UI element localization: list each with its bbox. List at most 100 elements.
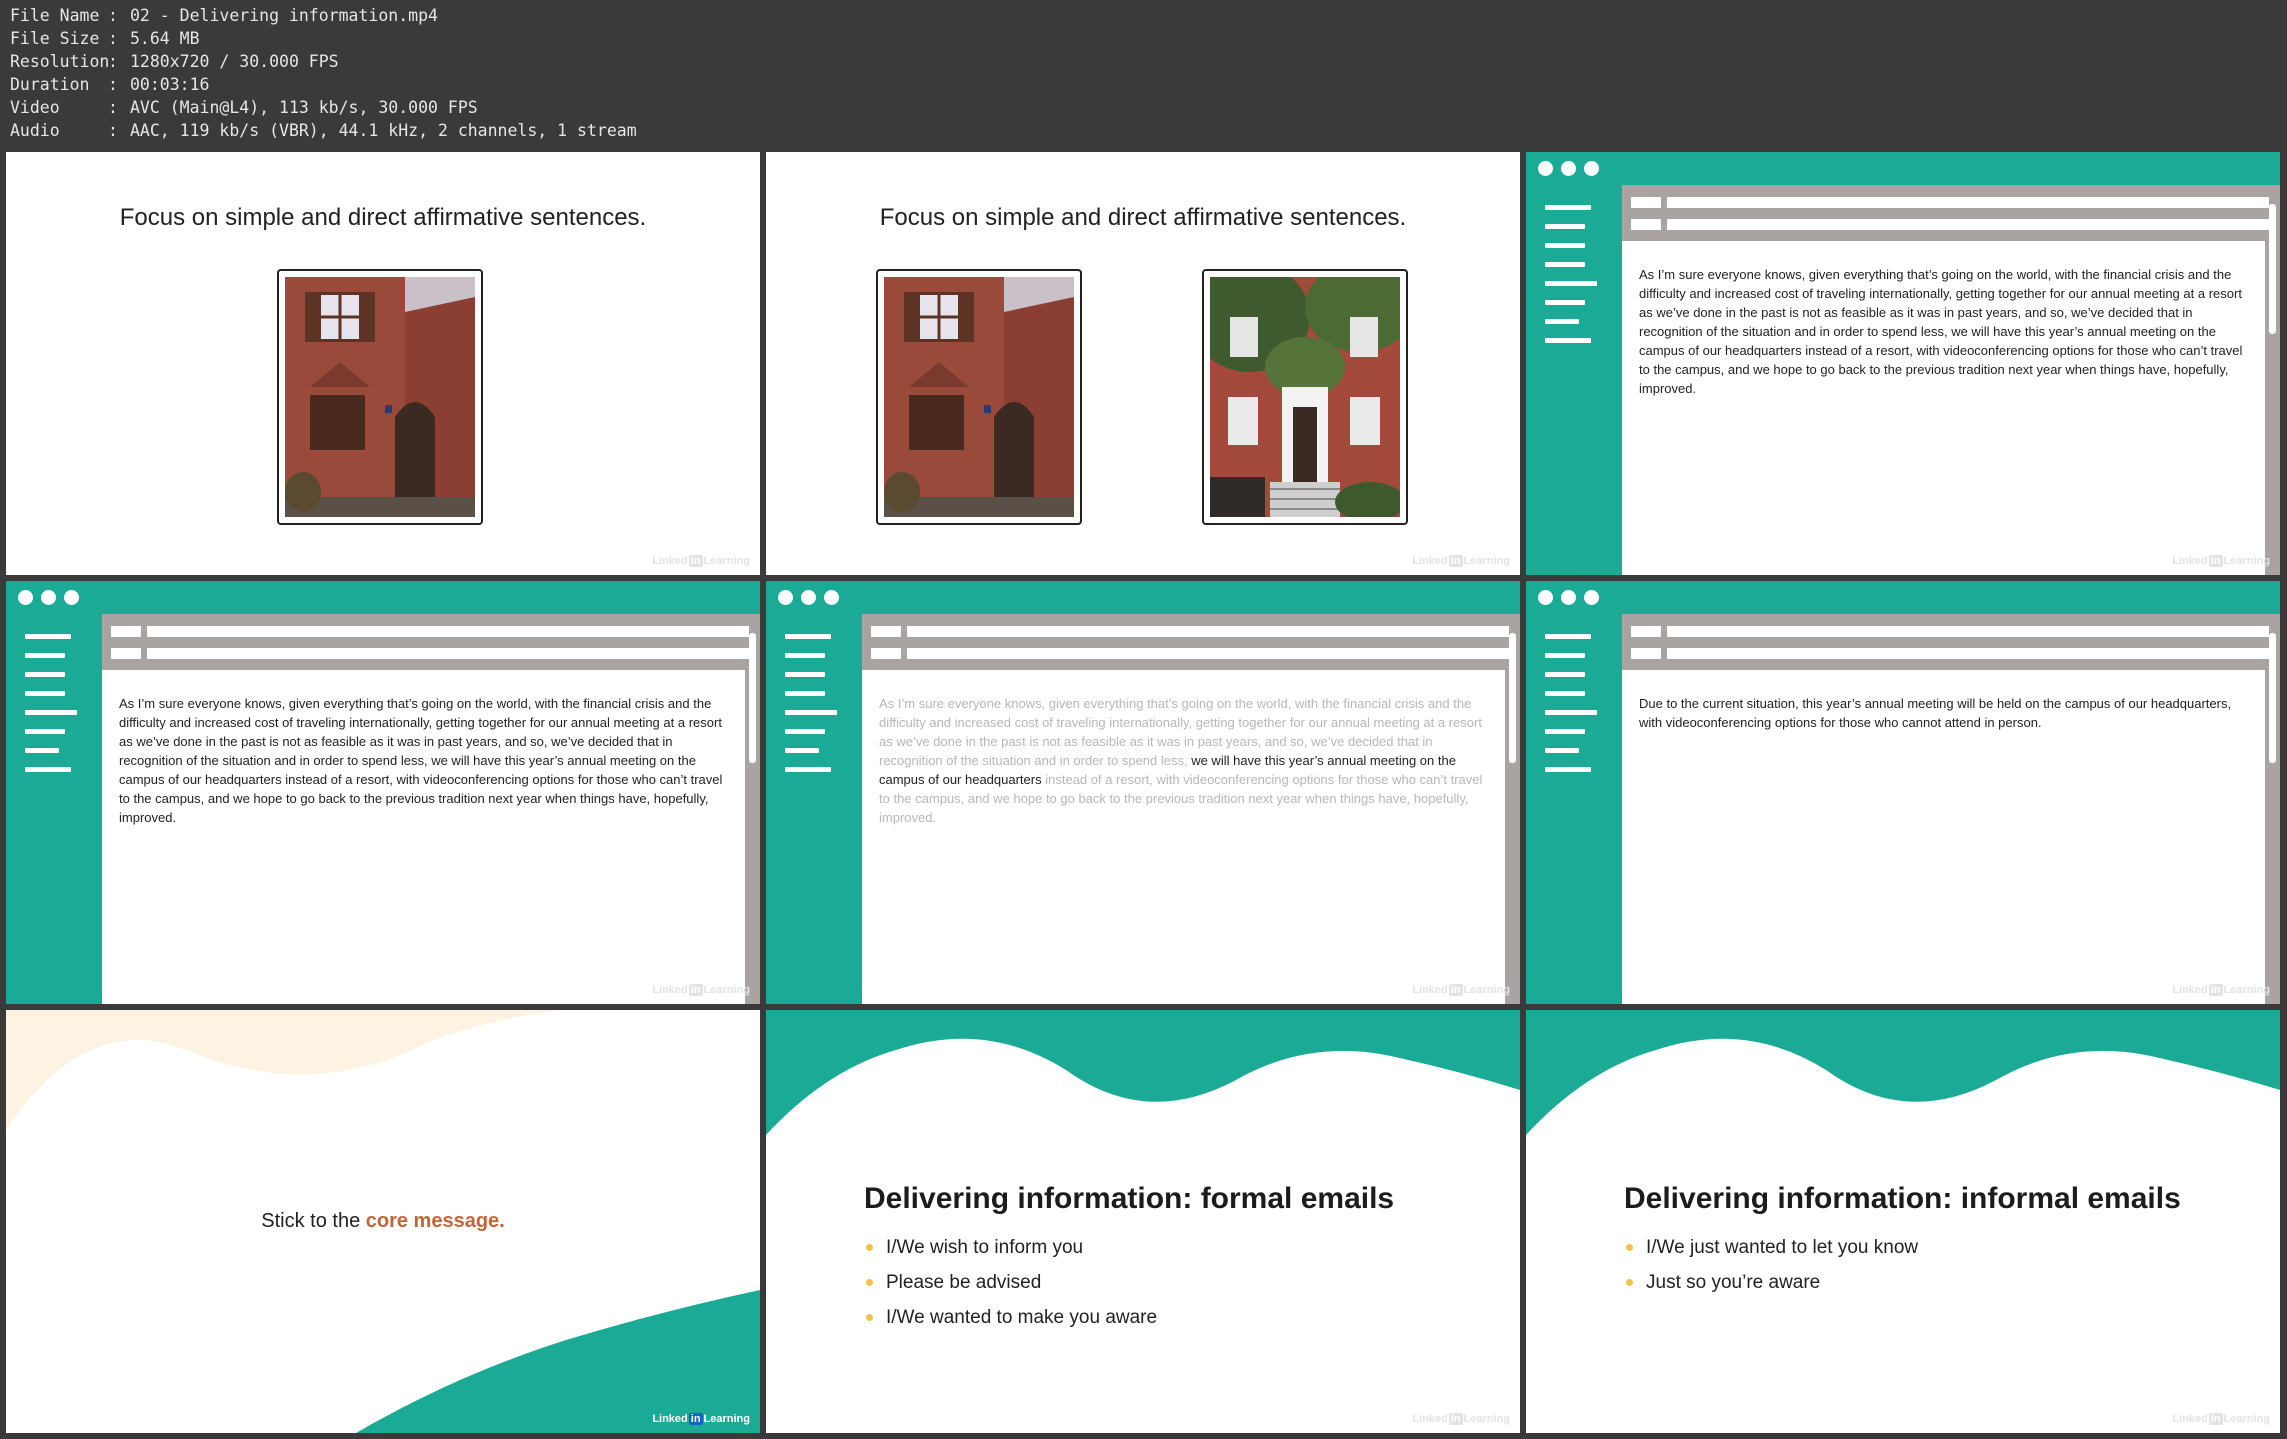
thumbnail-informal-emails[interactable]: Delivering information: informal emails … [1526,1010,2280,1433]
menu-line-icon [25,672,65,677]
window-dot-icon [1584,161,1599,176]
menu-line-icon [25,710,77,715]
meta-row: Video: AVC (Main@L4), 113 kb/s, 30.000 FP… [10,98,478,117]
field-label-bar [111,648,141,659]
menu-line-icon [1545,767,1591,772]
window-dot-icon [778,590,793,605]
window-dot-icon [824,590,839,605]
window-sidebar [1526,185,1622,575]
field-value-bar [1667,626,2269,637]
linkedin-learning-logo: Linked in Learning [652,555,750,567]
meta-row: Resolution: 1280x720 / 30.000 FPS [10,52,339,71]
field-value-bar [1667,219,2269,230]
decorative-waves [1526,1010,2280,1135]
menu-line-icon [25,653,65,658]
menu-line-icon [1545,338,1591,343]
window-dot-icon [41,590,56,605]
field-value-bar [147,648,749,659]
linkedin-learning-logo: Linked in Learning [1412,1413,1510,1425]
window-dot-icon [64,590,79,605]
menu-line-icon [1545,729,1585,734]
menu-line-icon [25,634,71,639]
core-message-accent: core message. [365,1210,505,1232]
menu-line-icon [1545,672,1585,677]
thumbnail-email-long[interactable]: As I’m sure everyone knows, given everyt… [1526,152,2280,575]
window-dot-icon [1561,161,1576,176]
menu-line-icon [785,729,825,734]
thumbnail-email-long-repeat[interactable]: As I’m sure everyone knows, given everyt… [6,581,760,1004]
linkedin-learning-logo: Linked in Learning [2172,555,2270,567]
window-dot-icon [1561,590,1576,605]
menu-line-icon [25,767,71,772]
menu-line-icon [1545,300,1585,305]
ivy-townhouse-photo [1202,269,1408,525]
thumbnail-email-short[interactable]: Due to the current situation, this year’… [1526,581,2280,1004]
linkedin-learning-logo: Linked in Learning [1412,555,1510,567]
field-value-bar [1667,197,2269,208]
menu-line-icon [1545,243,1585,248]
linkedin-learning-logo: Linked in Learning [652,984,750,996]
thumbnail-core-message[interactable]: Stick to the core message. Linked in Learn… [6,1010,760,1433]
scrollbar[interactable] [1509,633,1516,763]
field-label-bar [1631,648,1661,659]
email-body-text: As I’m sure everyone knows, given everyt… [879,694,1494,827]
email-body-text: As I’m sure everyone knows, given everyt… [119,696,723,825]
thumbnail-formal-emails[interactable]: Delivering information: formal emails I/… [766,1010,1520,1433]
field-value-bar [907,626,1509,637]
window-dot-icon [1584,590,1599,605]
linkedin-learning-logo: Linked in Learning [652,1413,750,1425]
scrollbar[interactable] [749,633,756,763]
menu-line-icon [1545,205,1591,210]
window-dot-icon [801,590,816,605]
scrollbar[interactable] [2269,633,2276,763]
thumbnail-email-highlight[interactable]: As I’m sure everyone knows, given everyt… [766,581,1520,1004]
menu-line-icon [25,729,65,734]
list-item: I/We wish to inform you [866,1230,1157,1265]
bullet-list: I/We wish to inform you Please be advise… [866,1230,1157,1335]
menu-line-icon [1545,710,1597,715]
menu-line-icon [1545,653,1585,658]
linkedin-learning-logo: Linked in Learning [1412,984,1510,996]
field-value-bar [907,648,1509,659]
thumbnail-focus-one-photo[interactable]: Focus on simple and direct affirmative s… [6,152,760,575]
meta-row: File Name:02 - Delivering information.mp… [10,6,438,25]
email-body-text: As I’m sure everyone knows, given everyt… [1639,267,2243,396]
window-title-bar [1526,152,2280,185]
menu-line-icon [1545,224,1585,229]
menu-line-icon [785,634,831,639]
brick-house-photo [277,269,483,525]
brick-house-photo [876,269,1082,525]
field-label-bar [1631,626,1661,637]
menu-line-icon [1545,634,1591,639]
window-title-bar [6,581,760,614]
decorative-waves [766,1010,1520,1135]
slide-title: Focus on simple and direct affirmative s… [119,204,647,231]
menu-line-icon [25,748,59,753]
slide-heading: Delivering information: informal emails [1624,1182,2181,1215]
thumbnail-focus-two-photos[interactable]: Focus on simple and direct affirmative s… [766,152,1520,575]
linkedin-learning-logo: Linked in Learning [2172,1413,2270,1425]
scrollbar[interactable] [2269,204,2276,334]
menu-line-icon [785,672,825,677]
core-message-text: Stick to the core message. [261,1210,505,1232]
file-info-header: File Name:02 - Delivering information.mp… [0,0,2287,148]
window-dot-icon [1538,161,1553,176]
field-label-bar [1631,197,1661,208]
menu-line-icon [1545,748,1579,753]
window-sidebar [766,614,862,1004]
window-sidebar [1526,614,1622,1004]
linkedin-learning-logo: Linked in Learning [2172,984,2270,996]
menu-line-icon [785,748,819,753]
window-dot-icon [1538,590,1553,605]
menu-line-icon [785,767,831,772]
field-label-bar [1631,219,1661,230]
list-item: I/We just wanted to let you know [1626,1230,1918,1265]
meta-row: Audio: AAC, 119 kb/s (VBR), 44.1 kHz, 2 c… [10,121,637,140]
slide-heading: Delivering information: formal emails [864,1182,1395,1215]
field-value-bar [1667,648,2269,659]
list-item: Just so you’re aware [1626,1265,1918,1300]
field-value-bar [147,626,749,637]
slide-title: Focus on simple and direct affirmative s… [879,204,1407,231]
menu-line-icon [785,710,837,715]
list-item: Please be advised [866,1265,1157,1300]
